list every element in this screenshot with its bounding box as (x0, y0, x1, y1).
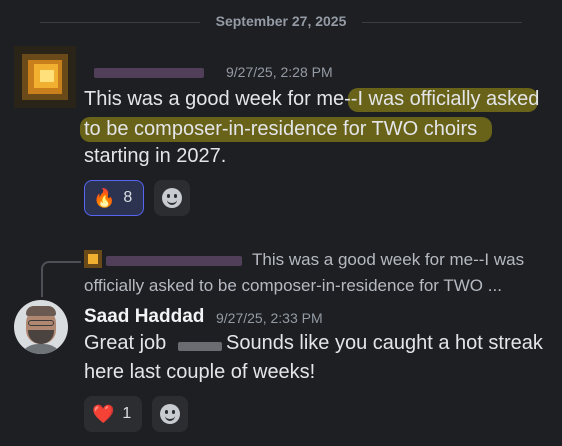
timestamp: 9/27/25, 2:33 PM (216, 310, 323, 326)
reaction-count: 1 (122, 405, 132, 422)
smiley-icon (162, 188, 182, 208)
username[interactable]: Saad Haddad (84, 306, 204, 328)
reply-avatar (84, 250, 102, 268)
smiley-icon (160, 404, 180, 424)
reply-preview[interactable]: This was a good week for me--I was (252, 246, 524, 274)
message-line: here last couple of weeks! (84, 361, 316, 383)
redacted-username[interactable] (94, 68, 204, 78)
redacted-reply-username[interactable] (106, 256, 242, 266)
message-line: Sounds like you caught a hot streak (226, 332, 543, 354)
heart-icon: ❤️ (92, 403, 115, 424)
avatar[interactable] (14, 300, 68, 354)
add-reaction-button[interactable] (152, 396, 188, 432)
reaction-count: 8 (123, 189, 133, 206)
reply-preview[interactable]: officially asked to be composer-in-resid… (84, 272, 502, 300)
message-line: This was a good week for me--I was offic… (84, 88, 540, 110)
message-line: starting in 2027. (84, 145, 227, 167)
reaction-fire[interactable]: 🔥 8 (84, 180, 144, 216)
divider-line-left (40, 22, 200, 23)
timestamp: 9/27/25, 2:28 PM (226, 64, 333, 80)
reaction-heart[interactable]: ❤️ 1 (84, 396, 142, 432)
redacted-mention (178, 342, 222, 351)
reply-connector (41, 261, 81, 297)
message-line: Great job (84, 332, 167, 354)
fire-icon: 🔥 (93, 187, 116, 208)
add-reaction-button[interactable] (154, 180, 190, 216)
date-divider: September 27, 2025 (0, 10, 562, 34)
divider-line-right (362, 22, 522, 23)
avatar[interactable] (14, 46, 76, 108)
date-divider-label: September 27, 2025 (215, 13, 347, 29)
